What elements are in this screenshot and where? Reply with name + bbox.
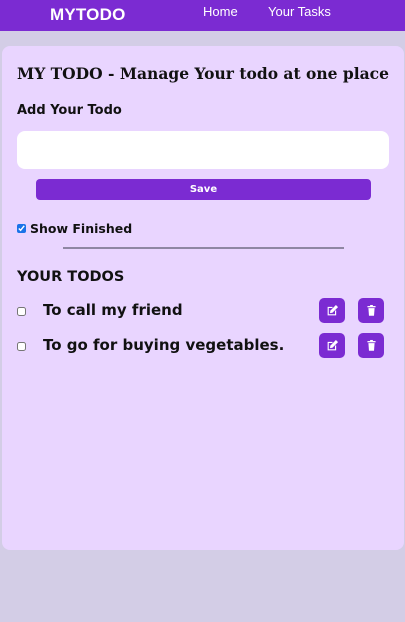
- edit-todo-button[interactable]: [319, 298, 345, 323]
- navbar: MYTODO Home Your Tasks: [0, 0, 405, 31]
- brand-logo[interactable]: MYTODO: [50, 5, 126, 25]
- trash-icon: [366, 339, 376, 351]
- show-finished-checkbox[interactable]: [17, 224, 26, 233]
- todo-item: To call my friend: [2, 298, 404, 324]
- delete-todo-button[interactable]: [358, 298, 384, 323]
- edit-icon: [327, 304, 338, 316]
- todo-text: To go for buying vegetables.: [43, 336, 285, 354]
- save-button[interactable]: Save: [36, 179, 371, 200]
- edit-todo-button[interactable]: [319, 333, 345, 358]
- delete-todo-button[interactable]: [358, 333, 384, 358]
- todo-text: To call my friend: [43, 301, 183, 319]
- nav-link-your-tasks[interactable]: Your Tasks: [268, 4, 331, 19]
- show-finished-label: Show Finished: [30, 221, 133, 236]
- page-title: MY TODO - Manage Your todo at one place: [17, 64, 389, 83]
- todo-item: To go for buying vegetables.: [2, 333, 404, 359]
- todo-container: MY TODO - Manage Your todo at one place …: [2, 46, 404, 550]
- todo-done-checkbox[interactable]: [17, 307, 26, 316]
- trash-icon: [366, 304, 376, 316]
- edit-icon: [327, 339, 338, 351]
- todo-done-checkbox[interactable]: [17, 342, 26, 351]
- nav-link-home[interactable]: Home: [203, 4, 238, 19]
- your-todos-heading: YOUR TODOS: [17, 269, 125, 285]
- todo-input[interactable]: [17, 131, 389, 169]
- show-finished-toggle[interactable]: Show Finished: [17, 221, 132, 236]
- divider: [63, 247, 344, 249]
- add-todo-heading: Add Your Todo: [17, 103, 122, 118]
